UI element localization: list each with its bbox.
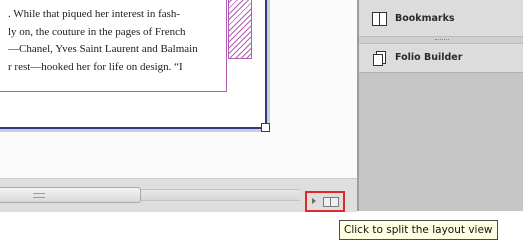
pasteboard-hatch-frame <box>228 0 252 59</box>
split-layout-button[interactable] <box>305 191 345 212</box>
panel-item-bookmarks[interactable]: Bookmarks <box>359 4 523 35</box>
grip-icon <box>33 193 45 198</box>
divider-grip <box>435 39 449 41</box>
arrow-right-icon[interactable] <box>312 198 316 204</box>
scrollbar-thumb[interactable] <box>0 187 141 203</box>
body-text-line: ly on, the couture in the pages of Frenc… <box>8 25 186 38</box>
body-text: . While that piqued her interest in fash… <box>8 6 218 76</box>
right-panel: Bookmarks Folio Builder <box>357 0 523 211</box>
status-bar <box>0 178 357 212</box>
layout-canvas: . While that piqued her interest in fash… <box>0 0 357 178</box>
panel-item-label: Folio Builder <box>395 52 463 63</box>
body-text-line: . While that piqued her interest in fash… <box>8 8 181 20</box>
body-text-line: —Chanel, Yves Saint Laurent and Balmain <box>8 43 198 55</box>
bookmarks-icon <box>372 12 388 26</box>
body-text-line: r rest—hooked her for life on design. “I <box>8 60 183 73</box>
tooltip: Click to split the layout view <box>339 220 498 240</box>
panel-item-label: Bookmarks <box>395 13 455 24</box>
split-layout-icon[interactable] <box>323 197 339 207</box>
frame-resize-handle[interactable] <box>261 123 270 132</box>
folio-builder-icon <box>373 51 386 66</box>
panel-item-folio-builder[interactable]: Folio Builder <box>359 43 523 74</box>
document-page: . While that piqued her interest in fash… <box>0 0 270 132</box>
panel-list: Bookmarks Folio Builder <box>359 0 523 73</box>
